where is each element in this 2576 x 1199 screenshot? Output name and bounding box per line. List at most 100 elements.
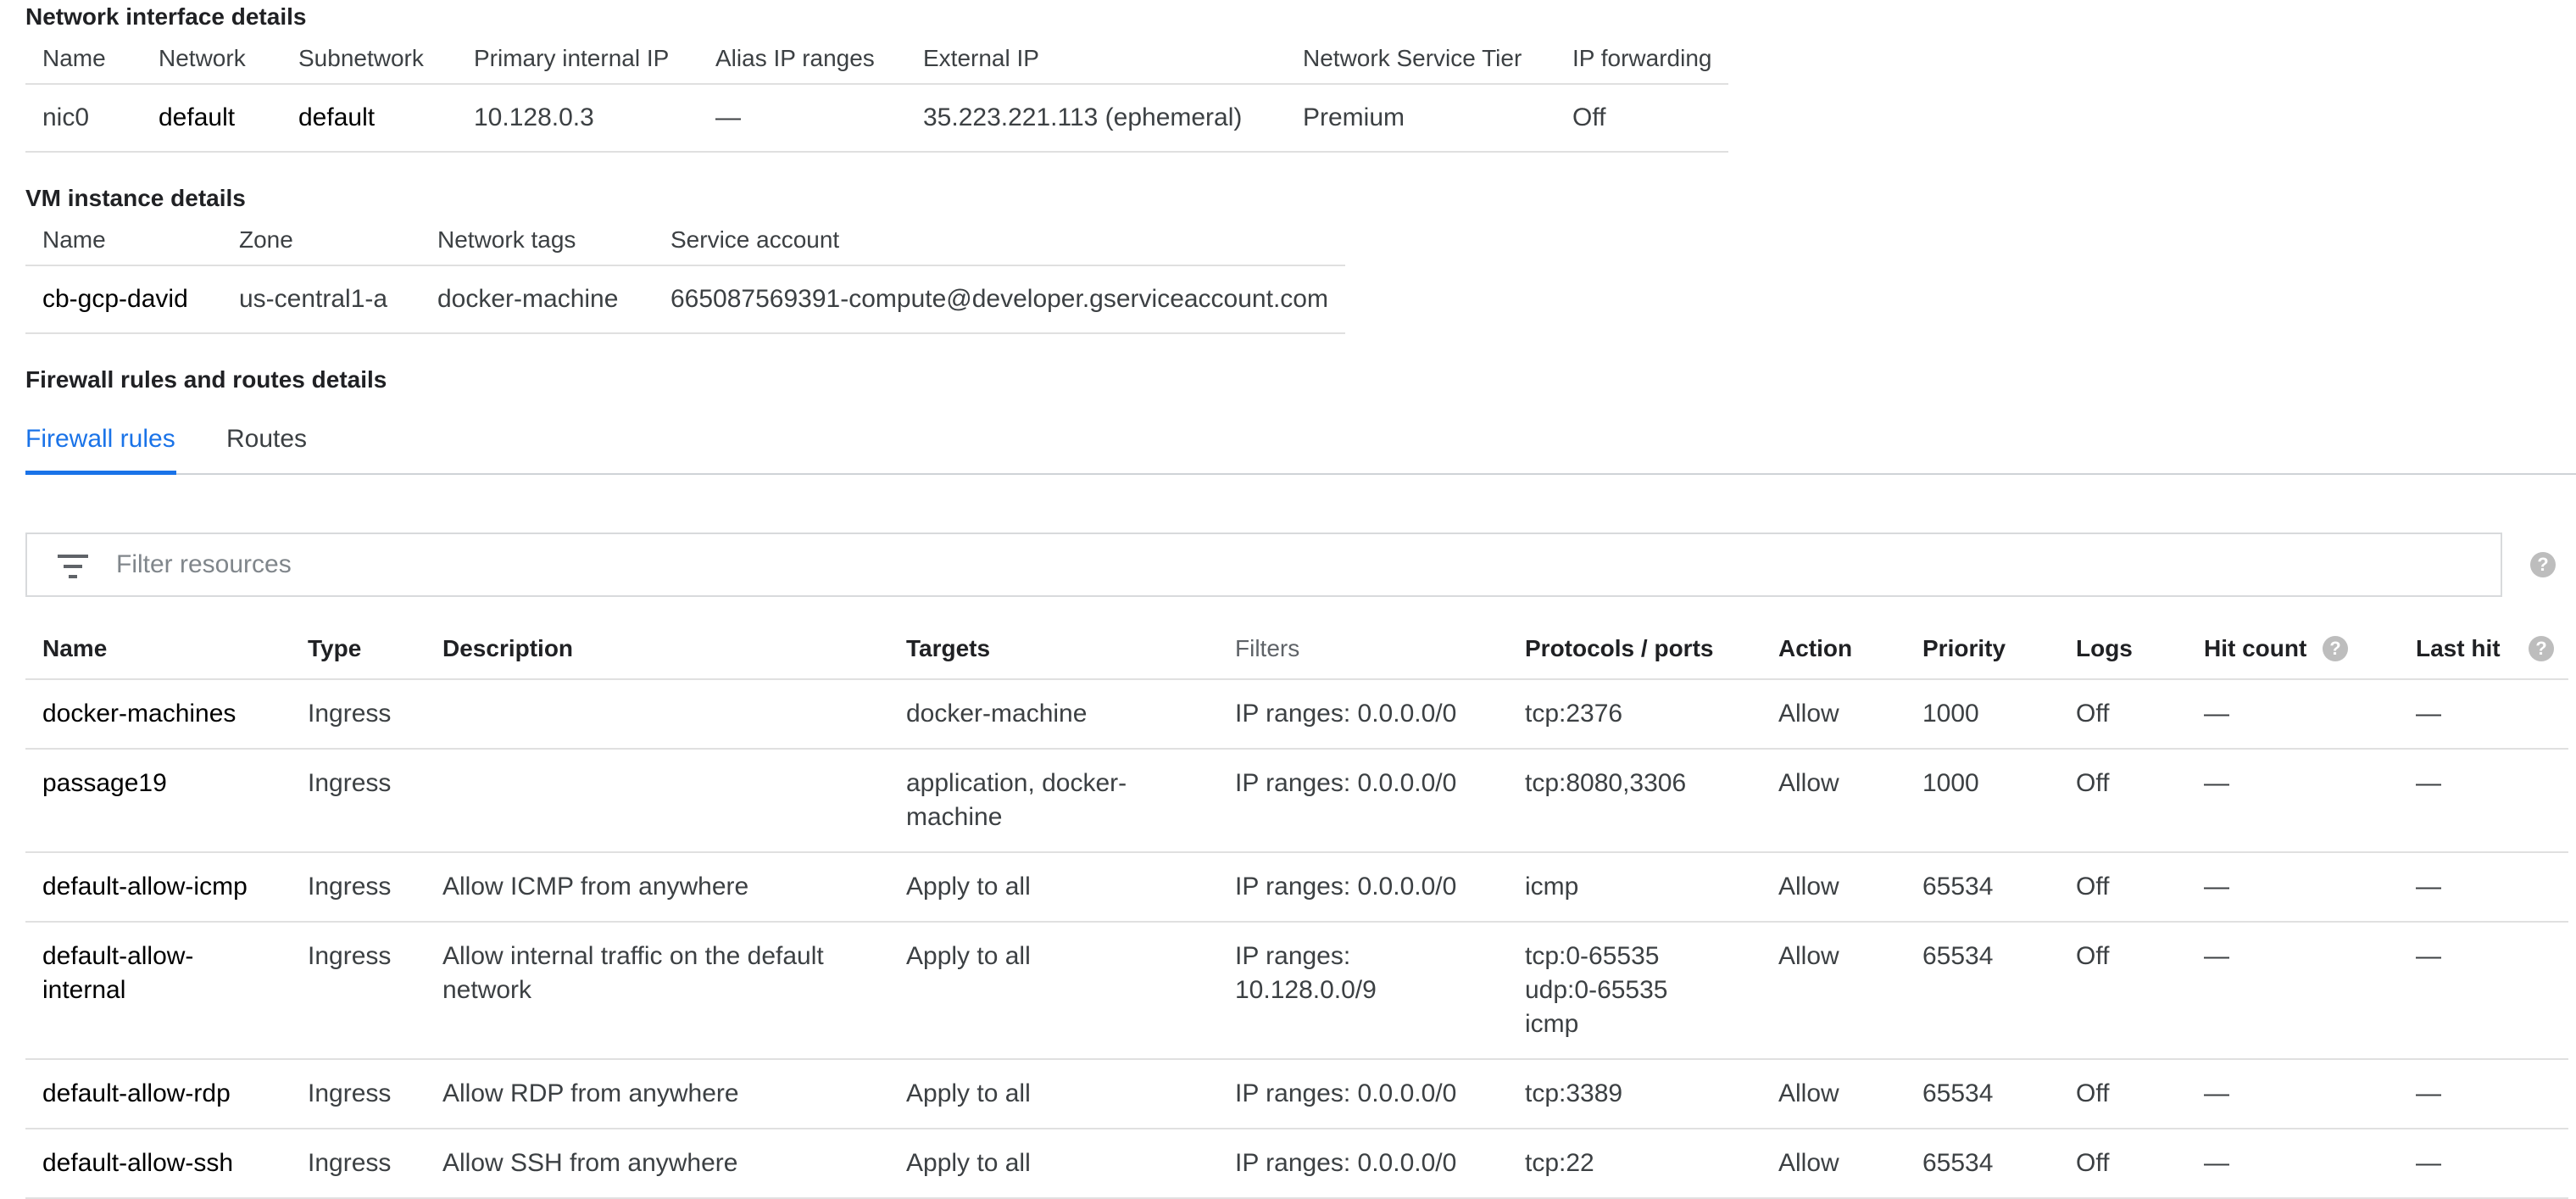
hit-count-label: Hit count [2204, 635, 2307, 661]
rule-protocols: tcp:0-65535 udp:0-65535 icmp [1508, 922, 1761, 1060]
table-header-row: Name Zone Network tags Service account [25, 215, 1345, 266]
column-header: Name [25, 215, 222, 266]
rule-type: Ingress [291, 1129, 426, 1199]
last-hit-label: Last hit [2416, 635, 2501, 661]
column-header: IP forwarding [1555, 34, 1729, 85]
table-row: docker-machines Ingress docker-machine IP r… [25, 679, 2568, 750]
table-row: default-allow-icmp Ingress Allow ICMP from… [25, 852, 2568, 923]
external-ip: 35.223.221.113 (ephemeral) [906, 84, 1286, 153]
column-header-name[interactable]: Name [25, 619, 291, 680]
instance-name-link[interactable]: cb-gcp-david [25, 265, 222, 334]
rule-priority: 65534 [1906, 852, 2059, 923]
help-icon[interactable]: ? [2323, 636, 2348, 661]
filter-list-icon[interactable] [58, 555, 88, 578]
table-header-row: Name Type Description Targets Filters Pr… [25, 619, 2568, 680]
rule-last-hit: — [2399, 852, 2568, 923]
rule-priority: 65534 [1906, 1059, 2059, 1129]
rule-last-hit: — [2399, 922, 2568, 1060]
help-icon[interactable]: ? [2529, 636, 2554, 661]
column-header-targets[interactable]: Targets [889, 619, 1218, 680]
service-account: 665087569391-compute@developer.gservicea… [654, 265, 1345, 334]
alias-ip-ranges: — [698, 84, 906, 153]
rule-priority: 65534 [1906, 1129, 2059, 1199]
rule-filters: IP ranges: 0.0.0.0/0 [1218, 1129, 1508, 1199]
column-header: Network tags [420, 215, 654, 266]
column-header-protocols[interactable]: Protocols / ports [1508, 619, 1761, 680]
tab-routes[interactable]: Routes [226, 405, 307, 473]
rule-priority: 65534 [1906, 922, 2059, 1060]
rule-protocols: tcp:2376 [1508, 679, 1761, 750]
rule-hit-count: — [2187, 1129, 2399, 1199]
network-tags: docker-machine [420, 265, 654, 334]
column-header-hit-count[interactable]: Hit count ? [2187, 619, 2399, 680]
rule-name-link[interactable]: default-allow-ssh [25, 1129, 291, 1199]
rule-targets: docker-machine [889, 679, 1218, 750]
column-header-type[interactable]: Type [291, 619, 426, 680]
protocol-entry: tcp:8080,3306 [1525, 769, 1687, 797]
rule-description: Allow RDP from anywhere [426, 1059, 889, 1129]
tab-firewall-rules[interactable]: Firewall rules [25, 405, 176, 475]
table-row: passage19 Ingress application, docker-mach… [25, 749, 2568, 853]
protocol-entry: icmp [1525, 1010, 1579, 1038]
rule-filters: IP ranges: 10.128.0.0/9 [1218, 922, 1508, 1060]
rule-targets: Apply to all [889, 1059, 1218, 1129]
primary-internal-ip: 10.128.0.3 [457, 84, 698, 153]
rule-filters: IP ranges: 0.0.0.0/0 [1218, 852, 1508, 923]
rule-logs: Off [2059, 922, 2187, 1060]
rule-type: Ingress [291, 679, 426, 750]
rule-name-link[interactable]: default-allow-internal [25, 922, 291, 1060]
rule-logs: Off [2059, 852, 2187, 923]
column-header-description[interactable]: Description [426, 619, 889, 680]
rule-targets: Apply to all [889, 852, 1218, 923]
network-link[interactable]: default [142, 84, 281, 153]
rule-logs: Off [2059, 749, 2187, 853]
protocol-entry: tcp:2376 [1525, 700, 1623, 728]
table-header-row: Name Network Subnetwork Primary internal… [25, 34, 1729, 85]
vm-instance-table: Name Zone Network tags Service account c… [25, 215, 1345, 334]
rule-description: Allow ICMP from anywhere [426, 852, 889, 923]
rule-name-link[interactable]: passage19 [25, 749, 291, 853]
network-interface-title: Network interface details [25, 3, 307, 30]
rule-action: Allow [1761, 852, 1906, 923]
column-header-logs[interactable]: Logs [2059, 619, 2187, 680]
protocol-entry: udp:0-65535 [1525, 976, 1668, 1004]
rule-targets: Apply to all [889, 1129, 1218, 1199]
rule-filters: IP ranges: 0.0.0.0/0 [1218, 1059, 1508, 1129]
table-row: default-allow-internal Ingress Allow inter… [25, 922, 2568, 1060]
column-header: Alias IP ranges [698, 34, 906, 85]
protocol-entry: icmp [1525, 873, 1579, 901]
rule-filters: IP ranges: 0.0.0.0/0 [1218, 679, 1508, 750]
rule-type: Ingress [291, 922, 426, 1060]
column-header: Subnetwork [281, 34, 457, 85]
zone: us-central1-a [222, 265, 420, 334]
column-header-action[interactable]: Action [1761, 619, 1906, 680]
rule-protocols: tcp:8080,3306 [1508, 749, 1761, 853]
rule-filters: IP ranges: 0.0.0.0/0 [1218, 749, 1508, 853]
protocol-entry: tcp:3389 [1525, 1079, 1623, 1107]
rule-name-link[interactable]: default-allow-rdp [25, 1059, 291, 1129]
protocol-entry: tcp:22 [1525, 1149, 1594, 1177]
rule-type: Ingress [291, 749, 426, 853]
rule-hit-count: — [2187, 852, 2399, 923]
column-header-last-hit[interactable]: Last hit ? [2399, 619, 2568, 680]
rule-priority: 1000 [1906, 679, 2059, 750]
filter-bar [25, 533, 2502, 597]
subnetwork-link[interactable]: default [281, 84, 457, 153]
rule-last-hit: — [2399, 1059, 2568, 1129]
rule-action: Allow [1761, 922, 1906, 1060]
network-interface-table: Name Network Subnetwork Primary internal… [25, 34, 1729, 153]
filter-input[interactable] [116, 543, 2473, 587]
column-header: Primary internal IP [457, 34, 698, 85]
rule-name-link[interactable]: default-allow-icmp [25, 852, 291, 923]
table-row: default-allow-rdp Ingress Allow RDP from a… [25, 1059, 2568, 1129]
rule-action: Allow [1761, 679, 1906, 750]
rule-targets: application, docker-machine [889, 749, 1218, 853]
column-header-priority[interactable]: Priority [1906, 619, 2059, 680]
rule-priority: 1000 [1906, 749, 2059, 853]
rule-name-link[interactable]: docker-machines [25, 679, 291, 750]
column-header-filters: Filters [1218, 619, 1508, 680]
ip-forwarding: Off [1555, 84, 1729, 153]
protocol-entry: tcp:0-65535 [1525, 942, 1660, 970]
help-icon[interactable]: ? [2530, 552, 2556, 577]
rule-protocols: icmp [1508, 852, 1761, 923]
